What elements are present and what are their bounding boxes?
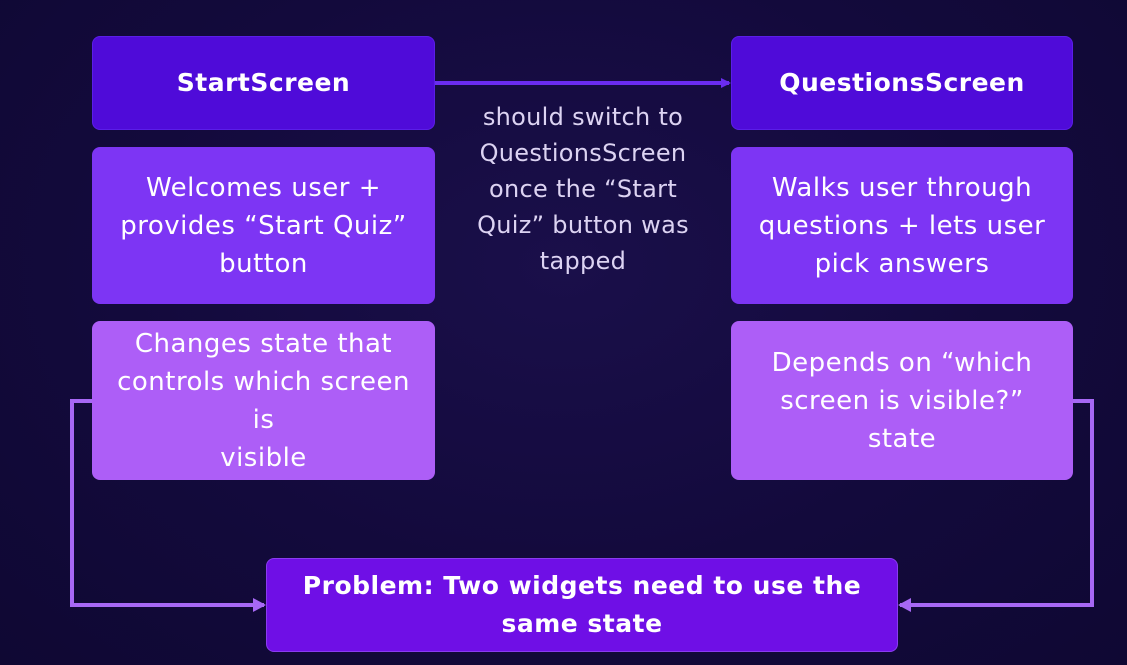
start-description-line: Welcomes user + — [145, 172, 381, 203]
start-screen-node: StartScreen — [92, 36, 435, 130]
transition-label-line: QuestionsScreen — [479, 139, 687, 167]
transition-label-line: Quiz” button was — [477, 211, 689, 239]
diagram-canvas: StartScreen QuestionsScreen Welcomes use… — [0, 0, 1127, 665]
questions-screen-state-note: Depends on “which screen is visible?” st… — [731, 321, 1073, 480]
problem-line: Problem: Two widgets need to use the — [302, 571, 862, 600]
start-state-line: controls which screen is — [117, 366, 410, 435]
start-description-line: button — [219, 248, 308, 279]
transition-label: should switch to QuestionsScreen once th… — [452, 99, 714, 279]
questions-description-line: Walks user through — [771, 172, 1033, 203]
transition-label-line: tapped — [539, 247, 627, 275]
start-screen-description: Welcomes user + provides “Start Quiz” bu… — [92, 147, 435, 304]
questions-screen-description: Walks user through questions + lets user… — [731, 147, 1073, 304]
questions-state-line: Depends on “which — [771, 347, 1033, 378]
questions-screen-node: QuestionsScreen — [731, 36, 1073, 130]
start-state-line: visible — [220, 442, 307, 473]
questions-description-line: questions + lets user — [758, 210, 1046, 241]
start-screen-title: StartScreen — [176, 68, 351, 97]
start-description-line: provides “Start Quiz” — [120, 210, 407, 241]
problem-node: Problem: Two widgets need to use the sam… — [266, 558, 898, 652]
start-screen-state-note: Changes state that controls which screen… — [92, 321, 435, 480]
questions-description-line: pick answers — [814, 248, 990, 279]
problem-line: same state — [501, 609, 663, 638]
start-state-line: Changes state that — [134, 328, 393, 359]
transition-label-line: once the “Start — [488, 175, 678, 203]
transition-label-line: should switch to — [482, 103, 684, 131]
questions-state-line: screen is visible?” state — [780, 385, 1024, 454]
questions-screen-title: QuestionsScreen — [779, 68, 1025, 97]
